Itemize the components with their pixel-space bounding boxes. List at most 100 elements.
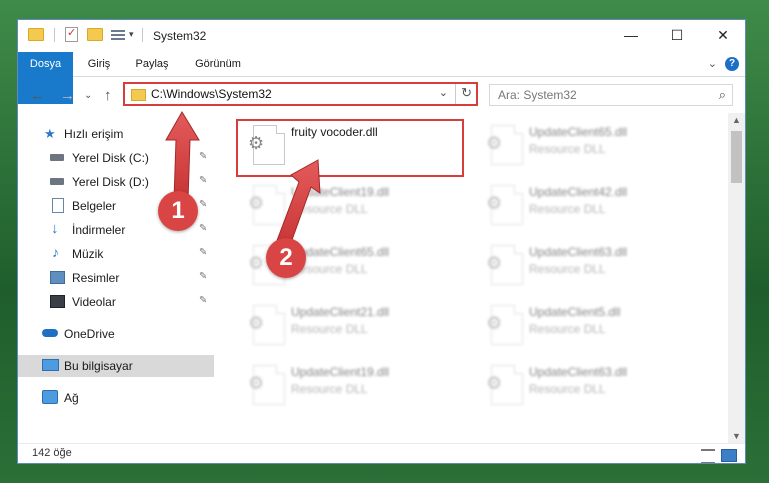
minimize-button[interactable]: —	[608, 20, 654, 50]
divider	[455, 84, 456, 104]
folder-icon	[131, 89, 146, 101]
drive-icon	[50, 154, 64, 161]
file-item[interactable]: ⚙ UpdateClient21.dll Resource DLL	[243, 301, 468, 353]
forward-button[interactable]: →	[60, 87, 75, 104]
computer-icon	[42, 359, 59, 371]
sidebar-item-label: Yerel Disk (C:)	[72, 151, 149, 165]
pin-icon[interactable]: ✎	[199, 271, 207, 282]
download-icon: ↓	[51, 220, 59, 237]
pin-icon[interactable]: ✎	[199, 199, 207, 210]
status-bar: 142 öğe	[18, 443, 745, 463]
sidebar-item-network[interactable]: Ağ	[18, 387, 214, 409]
file-type: Resource DLL	[529, 382, 606, 396]
properties-check-icon[interactable]	[65, 26, 78, 42]
refresh-icon[interactable]: ↻	[461, 85, 472, 101]
file-type: Resource DLL	[529, 202, 606, 216]
sidebar-item-music[interactable]: ♪ Müzik ✎	[18, 243, 214, 265]
sidebar-item-disk-c[interactable]: Yerel Disk (C:) ✎	[18, 147, 214, 169]
sidebar-item-label: Resimler	[72, 271, 120, 285]
gear-icon: ⚙	[486, 253, 503, 273]
ribbon-tabs: Dosya Giriş Paylaş Görünüm ⌄ ?	[18, 52, 745, 104]
divider	[141, 27, 143, 42]
scroll-up-icon[interactable]: ▲	[732, 115, 741, 125]
file-type: Resource DLL	[291, 202, 368, 216]
sidebar-item-label: Ağ	[64, 391, 79, 405]
gear-icon: ⚙	[248, 253, 265, 273]
file-name: UpdateClient63.dll	[529, 365, 628, 379]
sidebar-item-onedrive[interactable]: OneDrive	[18, 323, 214, 345]
file-name: UpdateClient19.dll	[291, 365, 390, 379]
picture-icon	[50, 271, 65, 284]
gear-icon: ⚙	[248, 373, 265, 393]
divider	[54, 27, 55, 42]
item-count: 142 öğe	[32, 447, 72, 459]
pin-icon[interactable]: ✎	[199, 175, 207, 186]
help-icon[interactable]: ?	[725, 57, 739, 71]
file-name: UpdateClient5.dll	[529, 305, 621, 319]
gear-icon: ⚙	[248, 313, 265, 333]
video-icon	[50, 295, 65, 308]
sidebar-item-pictures[interactable]: Resimler ✎	[18, 267, 214, 289]
scroll-down-icon[interactable]: ▼	[732, 431, 741, 441]
tab-giris[interactable]: Giriş	[82, 52, 116, 76]
file-highlight-box	[236, 119, 464, 177]
file-item[interactable]: ⚙ UpdateClient65.dll Resource DLL	[481, 121, 706, 173]
address-path[interactable]: C:\Windows\System32	[151, 87, 272, 101]
gear-icon: ⚙	[486, 373, 503, 393]
sidebar-item-videos[interactable]: Videolar ✎	[18, 291, 214, 313]
details-view-icon[interactable]	[701, 449, 715, 463]
close-button[interactable]: ✕	[700, 20, 745, 50]
search-icon[interactable]: ⌕	[719, 87, 726, 103]
file-item[interactable]: ⚙ UpdateClient19.dll Resource DLL	[243, 361, 468, 413]
large-icons-view-icon[interactable]	[721, 449, 737, 462]
file-item[interactable]: ⚙ UpdateClient42.dll Resource DLL	[481, 181, 706, 233]
file-item[interactable]: ⚙ UpdateClient63.dll Resource DLL	[481, 361, 706, 413]
file-name: UpdateClient21.dll	[291, 305, 390, 319]
properties-list-icon[interactable]	[111, 29, 125, 41]
cloud-icon	[42, 329, 58, 337]
gear-icon: ⚙	[486, 133, 503, 153]
sidebar-item-quick-access[interactable]: ★ Hızlı erişim	[18, 123, 214, 145]
search-input[interactable]: Ara: System32 ⌕	[489, 84, 733, 106]
file-item[interactable]: ⚙ UpdateClient63.dll Resource DLL	[481, 241, 706, 293]
file-item[interactable]: ⚙ UpdateClient19.dll Resource DLL	[243, 181, 468, 233]
address-bar[interactable]: C:\Windows\System32 ⌄ ↻	[123, 82, 478, 106]
pin-icon[interactable]: ✎	[199, 223, 207, 234]
back-button[interactable]: ←	[30, 87, 45, 104]
address-dropdown-chevron-icon[interactable]: ⌄	[439, 86, 448, 99]
tab-paylas[interactable]: Paylaş	[131, 52, 173, 76]
sidebar-item-label: Yerel Disk (D:)	[72, 175, 149, 189]
address-row: ← → ⌄ ↑ C:\Windows\System32 ⌄ ↻ Ara: Sys…	[18, 77, 745, 113]
music-icon: ♪	[52, 244, 59, 260]
sidebar-item-label: Müzik	[72, 247, 104, 261]
sidebar-item-label: İndirmeler	[72, 223, 126, 237]
tab-gorunum[interactable]: Görünüm	[189, 52, 247, 76]
gear-icon: ⚙	[486, 193, 503, 213]
quick-access-toolbar: ▾	[28, 26, 143, 42]
sidebar-item-disk-d[interactable]: Yerel Disk (D:) ✎	[18, 171, 214, 193]
vertical-scrollbar[interactable]: ▲ ▼	[728, 113, 745, 443]
step-1-badge: 1	[158, 191, 198, 231]
customize-toolbar-chevron-icon[interactable]: ▾	[129, 29, 134, 40]
sidebar-item-label: Bu bilgisayar	[64, 359, 133, 373]
ribbon-expand-chevron-icon[interactable]: ⌄	[708, 57, 717, 70]
file-type: Resource DLL	[529, 322, 606, 336]
pin-icon[interactable]: ✎	[199, 151, 207, 162]
file-type: Resource DLL	[291, 382, 368, 396]
recent-locations-chevron-icon[interactable]: ⌄	[84, 90, 92, 101]
up-button[interactable]: ↑	[104, 87, 112, 104]
step-2-badge: 2	[266, 238, 306, 278]
folder-icon	[28, 28, 44, 41]
sidebar-item-label: Hızlı erişim	[64, 127, 124, 141]
file-name: UpdateClient63.dll	[529, 245, 628, 259]
pin-icon[interactable]: ✎	[199, 247, 207, 258]
pin-icon[interactable]: ✎	[199, 295, 207, 306]
file-name: UpdateClient19.dll	[291, 185, 390, 199]
maximize-button[interactable]: ☐	[654, 20, 700, 50]
network-icon	[42, 390, 58, 404]
file-item[interactable]: ⚙ UpdateClient5.dll Resource DLL	[481, 301, 706, 353]
document-icon	[52, 198, 64, 213]
scroll-thumb[interactable]	[731, 131, 742, 183]
new-folder-icon[interactable]	[87, 28, 103, 41]
sidebar-item-this-pc[interactable]: Bu bilgisayar	[18, 355, 214, 377]
